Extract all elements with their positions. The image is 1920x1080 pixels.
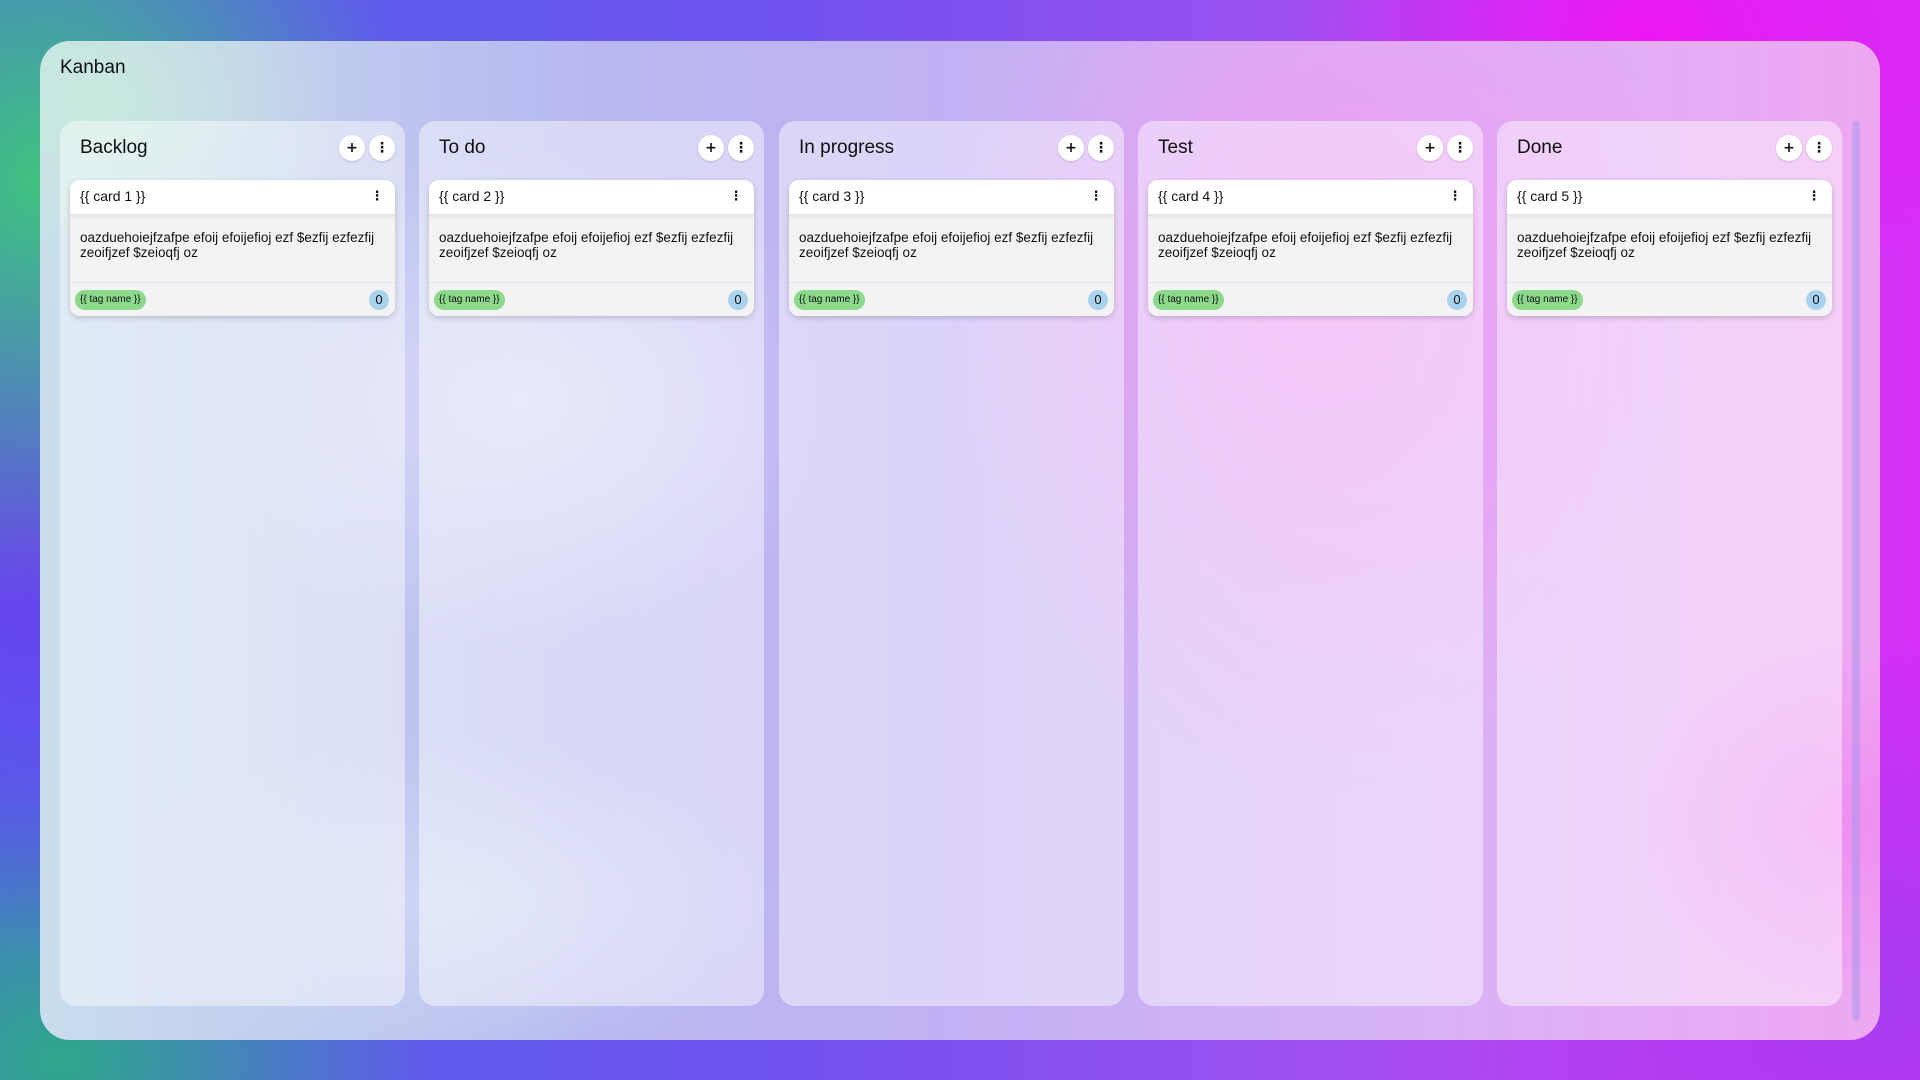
card-description: oazduehoiejfzafpe efoij efoijefioj ezf $… — [799, 230, 1094, 260]
plus-icon: + — [346, 140, 358, 156]
add-card-button[interactable]: + — [1776, 135, 1802, 161]
card[interactable]: {{ card 5 }} ⋮ oazduehoiejfzafpe efoij e… — [1507, 180, 1832, 316]
plus-icon: + — [1424, 140, 1436, 156]
tag-badge[interactable]: {{ tag name }} — [1153, 290, 1224, 310]
add-card-button[interactable]: + — [1417, 135, 1443, 161]
vertical-dots-icon: ⋮ — [1089, 188, 1103, 204]
board-scrollbar[interactable] — [1852, 121, 1860, 1021]
card-menu-button[interactable]: ⋮ — [1445, 186, 1465, 206]
tag-badge[interactable]: {{ tag name }} — [75, 290, 146, 310]
card[interactable]: {{ card 4 }} ⋮ oazduehoiejfzafpe efoij e… — [1148, 180, 1473, 316]
card-title: {{ card 3 }} — [799, 188, 865, 204]
card[interactable]: {{ card 1 }} ⋮ oazduehoiejfzafpe efoij e… — [70, 180, 395, 316]
column-menu-button[interactable]: ⋮ — [1088, 135, 1114, 161]
card-footer: {{ tag name }} 0 — [70, 282, 395, 316]
column-header: In progress + ⋮ — [799, 133, 1114, 165]
card-header: {{ card 3 }} ⋮ — [789, 180, 1114, 214]
card-footer: {{ tag name }} 0 — [1148, 282, 1473, 316]
column-header: To do + ⋮ — [439, 133, 754, 165]
vertical-dots-icon: ⋮ — [1807, 188, 1821, 204]
card-description: oazduehoiejfzafpe efoij efoijefioj ezf $… — [1517, 230, 1812, 260]
column-menu-button[interactable]: ⋮ — [1806, 135, 1832, 161]
column-header: Done + ⋮ — [1517, 133, 1832, 165]
plus-icon: + — [1065, 140, 1077, 156]
column-title: Backlog — [80, 137, 148, 158]
card-menu-button[interactable]: ⋮ — [367, 186, 387, 206]
column-backlog: Backlog + ⋮ {{ card 1 }} ⋮ oazduehoiejfz… — [60, 121, 405, 1006]
count-badge: 0 — [1088, 290, 1108, 310]
card-header: {{ card 4 }} ⋮ — [1148, 180, 1473, 214]
card-body: oazduehoiejfzafpe efoij efoijefioj ezf $… — [1148, 214, 1473, 282]
card-body: oazduehoiejfzafpe efoij efoijefioj ezf $… — [429, 214, 754, 282]
tag-badge[interactable]: {{ tag name }} — [1512, 290, 1583, 310]
card-header: {{ card 1 }} ⋮ — [70, 180, 395, 214]
column-test: Test + ⋮ {{ card 4 }} ⋮ oazduehoiejfzafp… — [1138, 121, 1483, 1006]
vertical-dots-icon: ⋮ — [370, 188, 384, 204]
column-done: Done + ⋮ {{ card 5 }} ⋮ oazduehoiejfzafp… — [1497, 121, 1842, 1006]
tag-badge[interactable]: {{ tag name }} — [434, 290, 505, 310]
plus-icon: + — [1783, 140, 1795, 156]
vertical-dots-icon: ⋮ — [1453, 140, 1467, 156]
card-footer: {{ tag name }} 0 — [1507, 282, 1832, 316]
kanban-app: Kanban Backlog + ⋮ {{ card 1 }} ⋮ oazdue… — [40, 41, 1880, 1040]
card-footer: {{ tag name }} 0 — [789, 282, 1114, 316]
card-title: {{ card 2 }} — [439, 188, 505, 204]
card-title: {{ card 5 }} — [1517, 188, 1583, 204]
vertical-dots-icon: ⋮ — [375, 140, 389, 156]
app-title: Kanban — [60, 57, 126, 78]
add-card-button[interactable]: + — [339, 135, 365, 161]
card-description: oazduehoiejfzafpe efoij efoijefioj ezf $… — [439, 230, 734, 260]
count-badge: 0 — [1806, 290, 1826, 310]
card-body: oazduehoiejfzafpe efoij efoijefioj ezf $… — [789, 214, 1114, 282]
column-menu-button[interactable]: ⋮ — [369, 135, 395, 161]
card[interactable]: {{ card 3 }} ⋮ oazduehoiejfzafpe efoij e… — [789, 180, 1114, 316]
card-header: {{ card 5 }} ⋮ — [1507, 180, 1832, 214]
column-title: Done — [1517, 137, 1563, 158]
add-card-button[interactable]: + — [698, 135, 724, 161]
column-menu-button[interactable]: ⋮ — [1447, 135, 1473, 161]
card-description: oazduehoiejfzafpe efoij efoijefioj ezf $… — [80, 230, 375, 260]
card-body: oazduehoiejfzafpe efoij efoijefioj ezf $… — [70, 214, 395, 282]
column-title: In progress — [799, 137, 895, 158]
add-card-button[interactable]: + — [1058, 135, 1084, 161]
card-footer: {{ tag name }} 0 — [429, 282, 754, 316]
count-badge: 0 — [728, 290, 748, 310]
tag-badge[interactable]: {{ tag name }} — [794, 290, 865, 310]
card-header: {{ card 2 }} ⋮ — [429, 180, 754, 214]
vertical-dots-icon: ⋮ — [1094, 140, 1108, 156]
column-title: To do — [439, 137, 486, 158]
card-menu-button[interactable]: ⋮ — [1804, 186, 1824, 206]
vertical-dots-icon: ⋮ — [734, 140, 748, 156]
vertical-dots-icon: ⋮ — [1448, 188, 1462, 204]
vertical-dots-icon: ⋮ — [1812, 140, 1826, 156]
card-menu-button[interactable]: ⋮ — [1086, 186, 1106, 206]
count-badge: 0 — [1447, 290, 1467, 310]
column-header: Test + ⋮ — [1158, 133, 1473, 165]
column-title: Test — [1158, 137, 1193, 158]
card-menu-button[interactable]: ⋮ — [726, 186, 746, 206]
card[interactable]: {{ card 2 }} ⋮ oazduehoiejfzafpe efoij e… — [429, 180, 754, 316]
column-to-do: To do + ⋮ {{ card 2 }} ⋮ oazduehoiejfzaf… — [419, 121, 764, 1006]
column-header: Backlog + ⋮ — [80, 133, 395, 165]
vertical-dots-icon: ⋮ — [729, 188, 743, 204]
card-title: {{ card 4 }} — [1158, 188, 1224, 204]
count-badge: 0 — [369, 290, 389, 310]
card-title: {{ card 1 }} — [80, 188, 146, 204]
card-description: oazduehoiejfzafpe efoij efoijefioj ezf $… — [1158, 230, 1453, 260]
plus-icon: + — [705, 140, 717, 156]
column-in-progress: In progress + ⋮ {{ card 3 }} ⋮ oazduehoi… — [779, 121, 1124, 1006]
card-body: oazduehoiejfzafpe efoij efoijefioj ezf $… — [1507, 214, 1832, 282]
column-menu-button[interactable]: ⋮ — [728, 135, 754, 161]
